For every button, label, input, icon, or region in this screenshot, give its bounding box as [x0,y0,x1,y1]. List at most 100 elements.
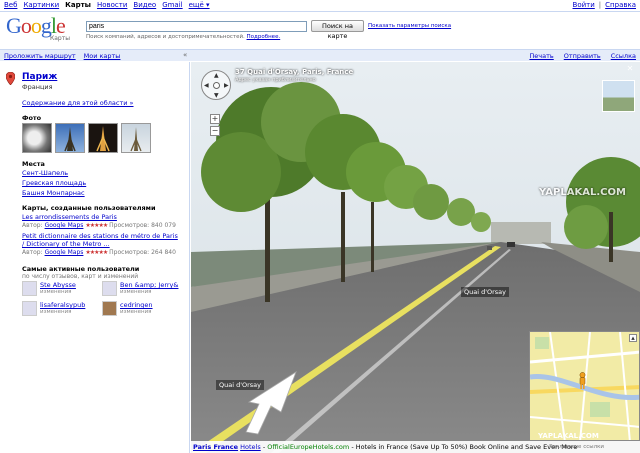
photos-heading: Фото [22,114,42,122]
search-button[interactable]: Поиск на карте [311,20,364,40]
toolbar: Проложить маршрут Мои карты « Печать Отп… [0,49,640,61]
ad-tag: Рекламные ссылки [549,444,604,450]
active-user[interactable]: Ben &amp; Jerry& изменения [102,281,178,296]
google-maps-logo[interactable]: Google Карты [6,14,80,44]
road-label: Quai d'Orsay [461,287,510,297]
my-maps-link[interactable]: Мои карты [84,52,121,60]
author-link[interactable]: Google Maps [45,222,84,229]
nav-gmail[interactable]: Gmail [162,1,182,9]
user-name[interactable]: lisaferalsypub [40,301,85,309]
nav-images[interactable]: Картинки [23,1,59,9]
close-icon[interactable]: ✕ [625,64,635,74]
sidebar: Париж Франция Содержание для этой област… [0,62,190,453]
user-name[interactable]: cedringen [120,301,153,309]
user-name[interactable]: Ste Abysse [40,281,76,289]
avatar [22,301,37,316]
login-link[interactable]: Войти [573,1,595,9]
map-pin-icon [6,72,15,85]
street-view-address-note: Адрес указан приблизительно [235,77,316,83]
help-link[interactable]: Справка [605,1,636,9]
author-label: Автор: [22,222,43,229]
ad-url[interactable]: OfficialEuropeHotels.com [267,443,349,451]
send-link[interactable]: Отправить [564,52,601,60]
place-subtitle: Франция [22,83,53,91]
photo-thumbnail[interactable] [22,123,52,153]
route-link[interactable]: Проложить маршрут [4,52,76,60]
user-role: изменения [120,289,152,295]
watermark: YAPLAKAL.COM [539,187,626,198]
separator: - [262,443,266,451]
nav-news[interactable]: Новости [97,1,127,9]
search-hint: Поиск компаний, адресов и достопримечате… [86,34,280,40]
photo-strip [22,123,151,153]
account-links: Войти | Справка [573,1,636,9]
zoom-out-button[interactable]: − [210,126,220,136]
user-map-link[interactable]: Petit dictionnaire des stations de métro… [22,232,180,248]
pan-left-icon[interactable]: ◀ [204,82,209,89]
divider [0,11,640,12]
ad-title[interactable]: Paris France [193,443,238,451]
zoom-in-button[interactable]: + [210,114,220,124]
ad-title-rest[interactable]: Hotels [240,443,261,451]
author-label: Автор: [22,249,43,256]
photo-thumbnail[interactable] [121,123,151,153]
street-view-thumbnail[interactable] [602,80,635,112]
area-content-link[interactable]: Содержание для этой области » [22,99,134,107]
active-users-subtitle: по числу отзывов, карт и изменений [22,273,139,280]
active-user[interactable]: Ste Abysse изменения [22,281,76,296]
rating-stars-icon: ★★★★★ [85,222,108,229]
nav-more[interactable]: ещё ▾ [189,1,210,9]
search-input[interactable] [86,21,307,32]
user-name[interactable]: Ben &amp; Jerry& [120,281,178,289]
user-role: изменения [40,289,72,295]
user-map-link[interactable]: Les arrondissements de Paris [22,213,117,221]
search-hint-more-link[interactable]: Подробнее. [247,34,281,40]
places-heading: Места [22,160,45,168]
photo-thumbnail[interactable] [55,123,85,153]
road-label: Quai d'Orsay [216,380,265,390]
street-view-panorama[interactable]: ▲ ▼ ◀ ▶ + − 37 Quai d'Orsay, Paris, Fran… [191,62,640,453]
street-view-address: 37 Quai d'Orsay, Paris, France [235,68,354,76]
author-link[interactable]: Google Maps [45,249,84,256]
collapse-panel-icon[interactable]: « [183,51,187,59]
place-link[interactable]: Сент-Шапель [22,169,68,177]
toolbar-left: Проложить маршрут Мои карты [4,52,120,60]
sponsored-link-bar: Paris France Hotels - OfficialEuropeHote… [191,441,640,453]
pegman-icon[interactable] [578,372,587,390]
search-options-link[interactable]: Показать параметры поиска [368,23,451,29]
print-link[interactable]: Печать [529,52,553,60]
pan-up-icon[interactable]: ▲ [214,72,219,79]
toolbar-right: Печать Отправить Ссылка [529,52,636,60]
rating-stars-icon: ★★★★★ [85,249,108,256]
nav-maps[interactable]: Карты [65,1,91,9]
user-role: изменения [40,309,72,315]
avatar [22,281,37,296]
search-hint-text: Поиск компаний, адресов и достопримечате… [86,34,245,40]
minimap-expand-icon[interactable]: ▴ [629,334,637,342]
user-map-meta: Автор: Google Maps ★★★★★ Просмотров: 264… [22,249,176,256]
top-nav-links: Веб Картинки Карты Новости Видео Gmail е… [4,1,210,9]
active-user[interactable]: lisaferalsypub изменения [22,301,85,316]
logo-subtitle: Карты [50,35,70,42]
active-users-heading: Самые активные пользователи [22,265,140,273]
user-maps-heading: Карты, созданные пользователями [22,204,156,212]
avatar [102,281,117,296]
photo-thumbnail[interactable] [88,123,118,153]
avatar [102,301,117,316]
views-count: Просмотров: 264 840 [109,249,176,256]
pan-down-icon[interactable]: ▼ [214,92,219,99]
place-link[interactable]: Гревская площадь [22,179,86,187]
user-role: изменения [120,309,152,315]
pan-control[interactable]: ▲ ▼ ◀ ▶ [201,70,231,100]
place-title[interactable]: Париж [22,72,57,82]
separator: | [598,1,602,9]
nav-video[interactable]: Видео [133,1,156,9]
active-user[interactable]: cedringen изменения [102,301,153,316]
mini-map[interactable]: ▴ YAPLAKAL.COM [529,331,640,441]
place-link[interactable]: Башня Монпарнас [22,189,85,197]
user-map-meta: Автор: Google Maps ★★★★★ Просмотров: 840… [22,222,176,229]
link-link[interactable]: Ссылка [611,52,636,60]
nav-web[interactable]: Веб [4,1,17,9]
pan-center-icon [213,82,220,89]
pan-right-icon[interactable]: ▶ [224,82,229,89]
